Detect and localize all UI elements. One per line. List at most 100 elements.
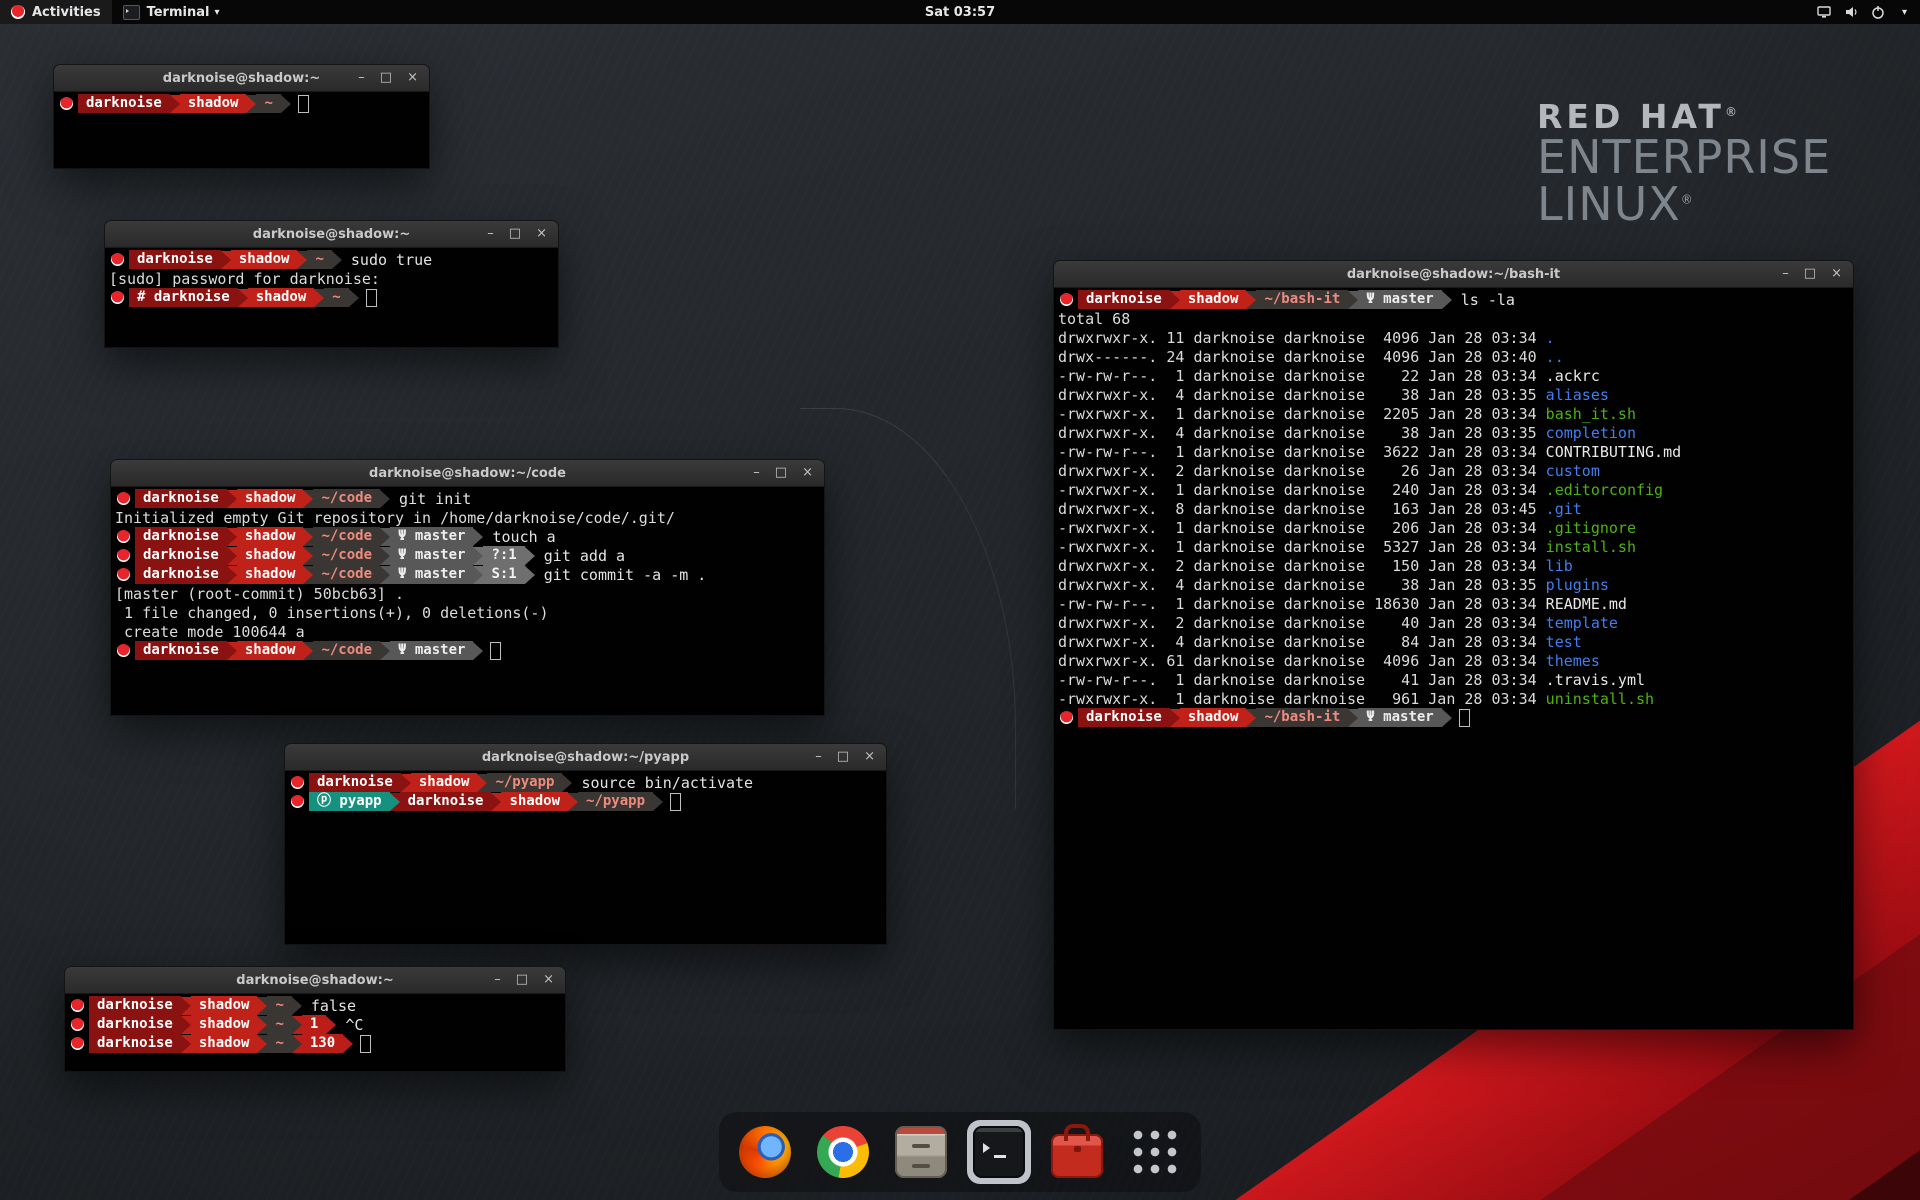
maximize-button[interactable]: □ bbox=[380, 65, 392, 91]
minimize-button[interactable]: – bbox=[358, 65, 365, 91]
terminal-line: Initialized empty Git repository in /hom… bbox=[115, 508, 820, 527]
terminal-line: drwx------. 24 darknoise darknoise 4096 … bbox=[1058, 347, 1849, 366]
minimize-button[interactable]: – bbox=[753, 460, 760, 486]
window-title: darknoise@shadow:~/bash-it bbox=[1054, 267, 1853, 282]
dock-app-grid-icon[interactable] bbox=[1123, 1120, 1187, 1184]
window-controls: –□ × bbox=[753, 460, 824, 486]
prompt-segment: darknoise bbox=[89, 1015, 181, 1034]
prompt-segment: shadow bbox=[180, 94, 247, 113]
redhat-prompt-icon bbox=[1060, 711, 1073, 724]
powerline-separator-icon bbox=[525, 566, 535, 584]
window-titlebar[interactable]: darknoise@shadow:~–□× bbox=[54, 65, 429, 92]
power-icon bbox=[1870, 4, 1886, 20]
minimize-button[interactable]: – bbox=[487, 221, 494, 247]
terminal-line: drwxrwxr-x. 11 darknoise darknoise 4096 … bbox=[1058, 328, 1849, 347]
powerline-separator-icon bbox=[181, 1016, 191, 1034]
prompt-segment: darknoise bbox=[400, 792, 492, 811]
prompt-segment: Ψ master bbox=[390, 641, 473, 660]
powerline-separator-icon bbox=[1246, 291, 1256, 309]
prompt-segment: darknoise bbox=[1078, 708, 1170, 727]
maximize-button[interactable]: □ bbox=[775, 460, 787, 486]
terminal-line: [sudo] password for darknoise: bbox=[109, 269, 554, 288]
close-button[interactable]: × bbox=[864, 744, 875, 770]
system-status-area[interactable]: ▾ bbox=[1803, 0, 1920, 24]
prompt-segment: shadow bbox=[248, 288, 315, 307]
dock-firefox-icon[interactable] bbox=[733, 1120, 797, 1184]
close-button[interactable]: × bbox=[802, 460, 813, 486]
window-title: darknoise@shadow:~/pyapp bbox=[285, 750, 886, 765]
window-title: darknoise@shadow:~ bbox=[65, 973, 565, 988]
close-button[interactable]: × bbox=[543, 967, 554, 993]
prompt-segment: ~/code bbox=[313, 546, 380, 565]
terminal-line: darknoiseshadow~130 bbox=[69, 1034, 561, 1053]
redhat-prompt-icon bbox=[60, 97, 73, 110]
terminal-content[interactable]: darknoiseshadow~/bash-itΨ master ls -lat… bbox=[1054, 288, 1853, 1033]
minimize-button[interactable]: – bbox=[1782, 261, 1789, 287]
dock bbox=[719, 1112, 1201, 1192]
powerline-separator-icon bbox=[257, 1016, 267, 1034]
prompt-segment: ~ bbox=[307, 250, 331, 269]
command-text: git init bbox=[390, 490, 471, 508]
prompt-segment: ~ bbox=[267, 1034, 291, 1053]
prompt-segment: darknoise bbox=[135, 489, 227, 508]
powerline-separator-icon bbox=[303, 528, 313, 546]
terminal-line: -rwxrwxr-x. 1 darknoise darknoise 5327 J… bbox=[1058, 537, 1849, 556]
activities-button[interactable]: Activities bbox=[0, 0, 112, 24]
maximize-button[interactable]: □ bbox=[509, 221, 521, 247]
window-titlebar[interactable]: darknoise@shadow:~–□× bbox=[105, 221, 558, 248]
maximize-button[interactable]: □ bbox=[1804, 261, 1816, 287]
clock-container: Sat 03:57 bbox=[0, 5, 1920, 20]
ls-row-meta: -rw-rw-r--. 1 darknoise darknoise 3622 J… bbox=[1058, 443, 1546, 461]
maximize-button[interactable]: □ bbox=[837, 744, 849, 770]
powerline-separator-icon bbox=[170, 95, 180, 113]
powerline-separator-icon bbox=[181, 997, 191, 1015]
terminal-line: drwxrwxr-x. 2 darknoise darknoise 26 Jan… bbox=[1058, 461, 1849, 480]
powerline-separator-icon bbox=[343, 1035, 353, 1053]
terminal-content[interactable]: darknoiseshadow~/code git initInitialize… bbox=[111, 487, 824, 719]
prompt-segment: Ψ master bbox=[1358, 708, 1441, 727]
dock-toolbox-icon[interactable] bbox=[1045, 1120, 1109, 1184]
powerline-separator-icon bbox=[281, 95, 291, 113]
redhat-prompt-icon bbox=[117, 530, 130, 543]
terminal-content[interactable]: darknoiseshadow~ falsedarknoiseshadow~1 … bbox=[65, 994, 565, 1075]
minimize-button[interactable]: – bbox=[815, 744, 822, 770]
terminal-content[interactable]: darknoiseshadow~ sudo true[sudo] passwor… bbox=[105, 248, 558, 351]
redhat-prompt-icon bbox=[291, 795, 304, 808]
app-menu-terminal[interactable]: Terminal ▾ bbox=[112, 0, 231, 24]
close-button[interactable]: × bbox=[536, 221, 547, 247]
window-titlebar[interactable]: darknoise@shadow:~/pyapp–□ × bbox=[285, 744, 886, 771]
ls-filename: template bbox=[1546, 614, 1618, 632]
powerline-separator-icon bbox=[1348, 709, 1358, 727]
output-text: [sudo] password for darknoise: bbox=[109, 270, 380, 288]
powerline-separator-icon bbox=[303, 566, 313, 584]
command-text: git commit -a -m . bbox=[535, 566, 707, 584]
close-button[interactable]: × bbox=[1831, 261, 1842, 287]
powerline-separator-icon bbox=[568, 793, 578, 811]
redhat-prompt-icon bbox=[117, 549, 130, 562]
dock-terminal-icon[interactable] bbox=[967, 1120, 1031, 1184]
terminal-app-icon bbox=[123, 5, 140, 20]
prompt-segment: ~ bbox=[324, 288, 348, 307]
powerline-separator-icon bbox=[380, 528, 390, 546]
redhat-prompt-icon bbox=[111, 253, 124, 266]
prompt-segment: Ψ master bbox=[390, 527, 473, 546]
prompt-segment: Ψ master bbox=[390, 565, 473, 584]
clock[interactable]: Sat 03:57 bbox=[917, 2, 1003, 23]
dock-files-icon[interactable] bbox=[889, 1120, 953, 1184]
terminal-line: drwxrwxr-x. 8 darknoise darknoise 163 Ja… bbox=[1058, 499, 1849, 518]
dock-chrome-icon[interactable] bbox=[811, 1120, 875, 1184]
window-titlebar[interactable]: darknoise@shadow:~–□ × bbox=[65, 967, 565, 994]
minimize-button[interactable]: – bbox=[494, 967, 501, 993]
terminal-line: darknoiseshadow~/codeΨ master touch a bbox=[115, 527, 820, 546]
prompt-segment: S:1 bbox=[483, 565, 524, 584]
window-titlebar[interactable]: darknoise@shadow:~/bash-it–□ × bbox=[1054, 261, 1853, 288]
window-titlebar[interactable]: darknoise@shadow:~/code–□× bbox=[111, 460, 824, 487]
ls-row-meta: -rwxrwxr-x. 1 darknoise darknoise 5327 J… bbox=[1058, 538, 1546, 556]
terminal-content[interactable]: darknoiseshadow~/pyapp source bin/activa… bbox=[285, 771, 886, 948]
ls-filename: . bbox=[1546, 329, 1555, 347]
terminal-content[interactable]: darknoiseshadow~ bbox=[54, 92, 429, 172]
maximize-button[interactable]: □ bbox=[516, 967, 528, 993]
terminal-line: 1 file changed, 0 insertions(+), 0 delet… bbox=[115, 603, 820, 622]
powerline-separator-icon bbox=[473, 528, 483, 546]
close-button[interactable]: × bbox=[407, 65, 418, 91]
